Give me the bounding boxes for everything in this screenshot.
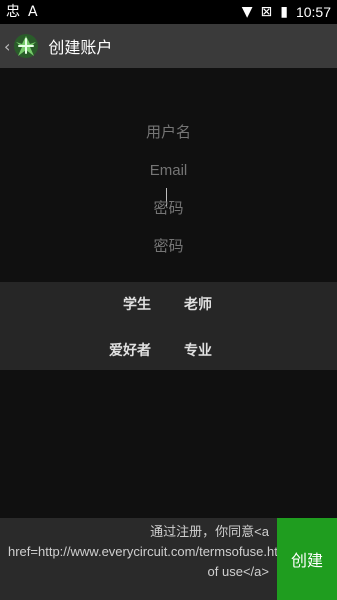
- status-time: 10:57: [295, 4, 331, 20]
- password-input[interactable]: [0, 192, 337, 226]
- create-account-button[interactable]: 创建: [277, 518, 337, 600]
- role-selection: 学生 老师 爱好者 专业: [0, 282, 337, 370]
- status-right: ▼ ⊠ ▮ 10:57: [242, 4, 331, 20]
- terms-text[interactable]: 通过注册，你同意<a href=http://www.everycircuit.…: [0, 518, 335, 600]
- back-chevron-icon[interactable]: ‹: [4, 37, 10, 56]
- wifi-icon: ▼: [241, 4, 253, 20]
- page-title: 创建账户: [48, 38, 113, 57]
- role-student-button[interactable]: 学生: [123, 294, 151, 314]
- bottom-bar: 通过注册，你同意<a href=http://www.everycircuit.…: [0, 518, 337, 600]
- status-left: 忠 A: [6, 5, 38, 19]
- role-hobbyist-button[interactable]: 爱好者: [109, 340, 151, 360]
- action-bar: ‹ 创建账户: [0, 24, 337, 68]
- app-logo-icon[interactable]: [12, 32, 40, 60]
- no-sim-icon: ⊠: [260, 4, 273, 20]
- battery-icon: ▮: [280, 4, 288, 20]
- role-professional-button[interactable]: 专业: [184, 340, 212, 360]
- a-box-icon: A: [28, 4, 38, 20]
- account-form: [0, 68, 337, 282]
- role-teacher-button[interactable]: 老师: [184, 294, 212, 314]
- email-input[interactable]: [0, 154, 337, 188]
- chinese-char-icon: 忠: [6, 4, 20, 20]
- username-input[interactable]: [0, 116, 337, 150]
- password-confirm-input[interactable]: [0, 230, 337, 264]
- status-bar: 忠 A ▼ ⊠ ▮ 10:57: [0, 0, 337, 24]
